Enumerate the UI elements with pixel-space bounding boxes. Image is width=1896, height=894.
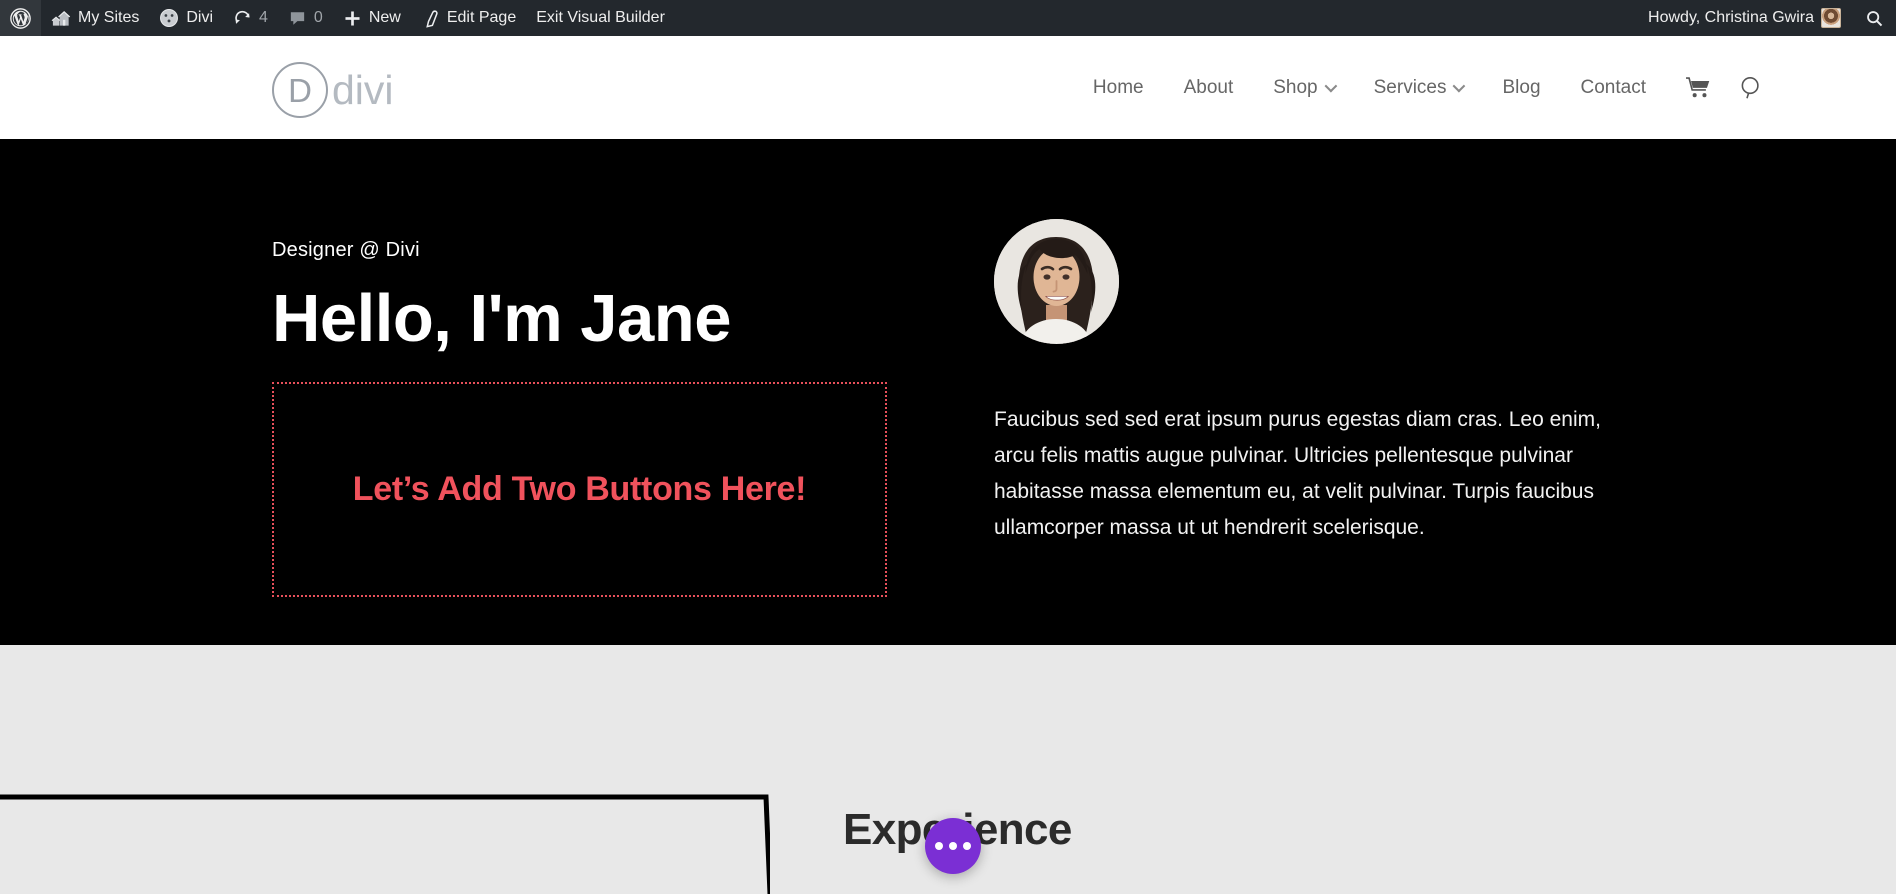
admin-bar-item-new[interactable]: New [333,0,411,36]
nav-item-home[interactable]: Home [1073,77,1164,99]
logo-letter: D [272,62,328,118]
updates-icon [233,9,252,28]
primary-navigation: Home About Shop Services Blog Contact [1073,36,1666,139]
admin-bar-search-button[interactable] [1853,0,1896,36]
nav-item-about[interactable]: About [1164,77,1254,99]
admin-bar-label: My Sites [78,9,140,26]
comments-count: 0 [313,9,323,26]
chevron-down-icon [1324,79,1337,93]
placeholder-label: Let’s Add Two Buttons Here! [352,470,807,509]
avatar [1821,8,1841,28]
nav-item-shop[interactable]: Shop [1253,77,1353,99]
admin-bar-item-divi[interactable]: Divi [149,0,223,36]
nav-label: Home [1092,76,1144,98]
admin-bar-label: Divi [186,9,214,26]
admin-bar-label: Exit Visual Builder [536,9,665,26]
dot-icon [935,842,943,850]
divi-builder-menu-button[interactable] [925,818,981,874]
howdy-greeting: Howdy, Christina Gwira [1648,9,1814,26]
nav-item-services[interactable]: Services [1354,77,1483,99]
admin-bar-left-group: My Sites Divi 4 0 New Edit Page Exit Vis… [0,0,675,36]
hero-left-column: Designer @ Divi Hello, I'm Jane Let’s Ad… [272,139,952,645]
wordpress-logo-icon [10,7,31,29]
chevron-down-icon [1453,79,1466,93]
nav-label: Shop [1273,76,1318,98]
plus-icon [343,9,362,28]
admin-bar-right-group: Howdy, Christina Gwira [1636,0,1896,36]
search-icon [1865,9,1884,28]
nav-item-blog[interactable]: Blog [1482,77,1560,99]
hero-paragraph: Faucibus sed sed erat ipsum purus egesta… [994,408,1601,540]
updates-count: 4 [259,9,268,26]
hero-right-column: Faucibus sed sed erat ipsum purus egesta… [952,139,1632,645]
nav-label: Services [1373,76,1447,98]
nav-item-contact[interactable]: Contact [1561,77,1666,99]
logo-wordmark: divi [332,66,394,113]
admin-bar-item-my-sites[interactable]: My Sites [41,0,149,36]
hero-row: Designer @ Divi Hello, I'm Jane Let’s Ad… [272,139,1632,645]
sites-icon [51,9,71,27]
page-title: Hello, I'm Jane [272,281,731,356]
wordpress-logo-menu[interactable] [0,0,41,36]
dot-icon [949,842,957,850]
site-header: D divi Home About Shop Services Blog Con… [0,36,1896,139]
search-icon[interactable] [1738,74,1766,102]
admin-bar-item-updates[interactable]: 4 [223,0,278,36]
header-icons [1685,36,1766,139]
pencil-icon [421,9,440,28]
wp-admin-bar: My Sites Divi 4 0 New Edit Page Exit Vis… [0,0,1896,36]
hero-eyebrow-text: Designer @ Divi [272,239,420,261]
site-logo[interactable]: D divi [272,62,394,118]
divi-dashboard-icon [159,8,179,28]
comments-icon [288,9,307,28]
dot-icon [963,842,971,850]
hero-section: Designer @ Divi Hello, I'm Jane Let’s Ad… [0,139,1896,645]
nav-label: Blog [1502,76,1541,98]
button-placeholder-module[interactable]: Let’s Add Two Buttons Here! [272,382,887,598]
admin-bar-item-edit-page[interactable]: Edit Page [411,0,526,36]
nav-label: Contact [1580,76,1646,98]
avatar-photo [994,219,1119,344]
admin-bar-item-comments[interactable]: 0 [278,0,333,36]
account-menu[interactable]: Howdy, Christina Gwira [1636,0,1853,36]
admin-bar-label: Edit Page [446,9,517,26]
nav-label: About [1183,76,1234,98]
cart-icon[interactable] [1685,76,1712,100]
admin-bar-label: New [368,9,401,26]
admin-bar-item-exit-visual-builder[interactable]: Exit Visual Builder [526,0,675,36]
